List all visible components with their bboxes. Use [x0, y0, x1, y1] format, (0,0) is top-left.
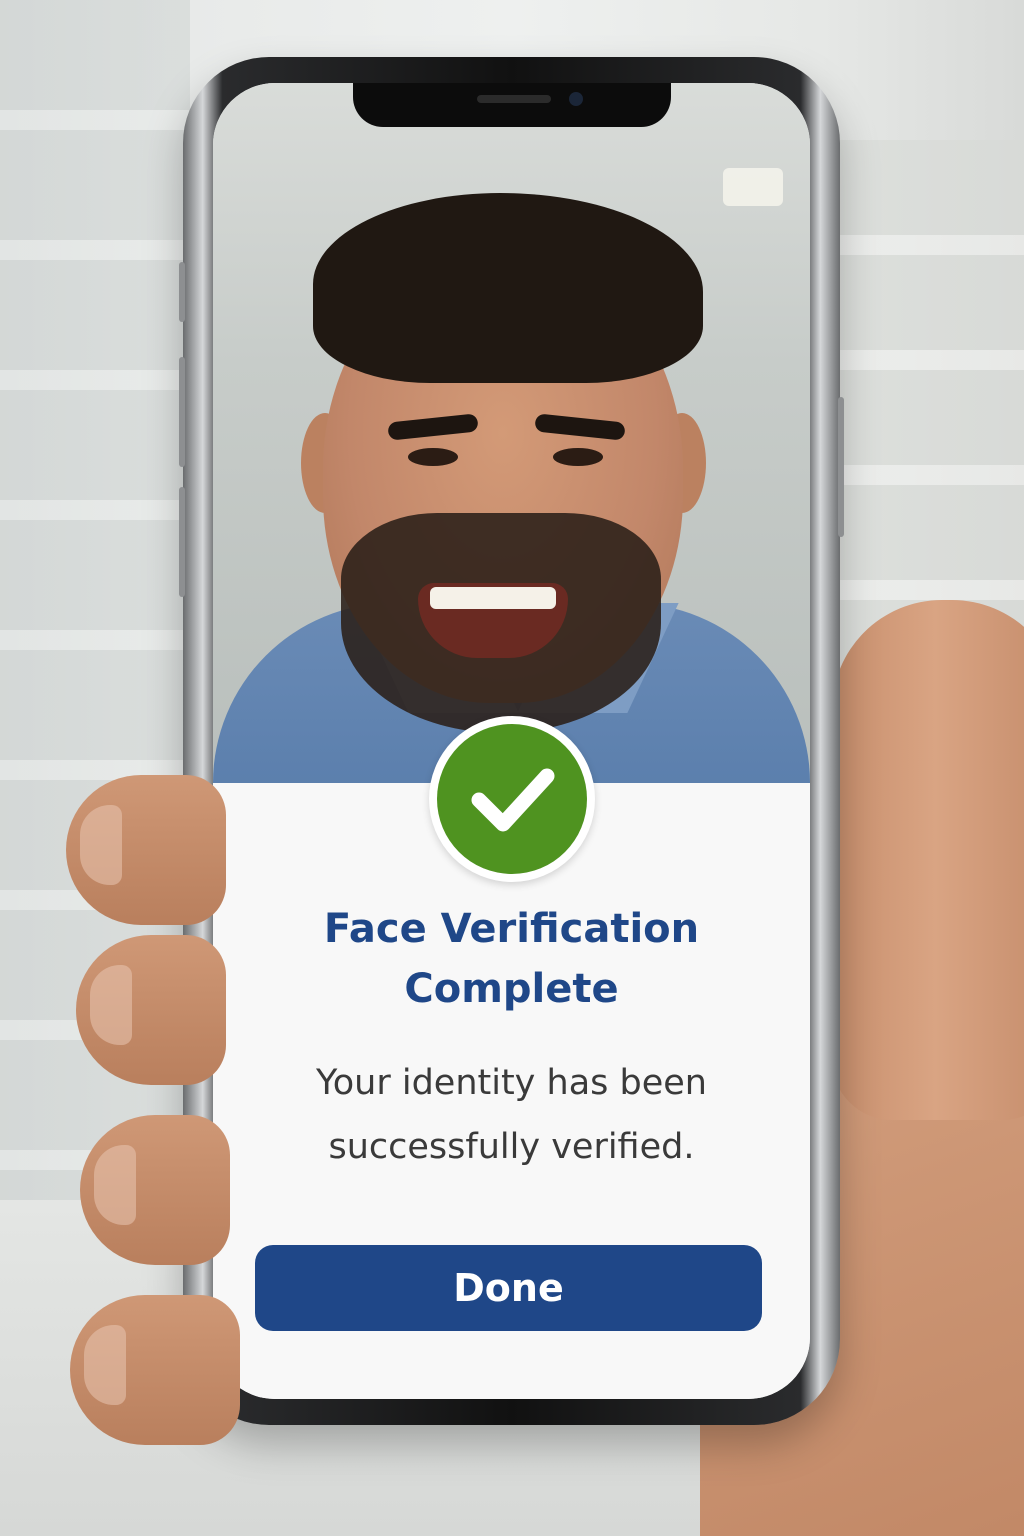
volume-down-button [179, 487, 185, 597]
success-badge [429, 716, 595, 882]
fingernail [94, 1145, 136, 1225]
phone-notch [353, 83, 671, 127]
eye-right [553, 448, 603, 466]
finger-ring [80, 1115, 230, 1265]
selfie-photo [213, 83, 810, 783]
finger-middle [76, 935, 226, 1085]
verification-title: Face Verification Complete [323, 906, 700, 1012]
mute-switch [179, 262, 185, 322]
finger-index [66, 775, 226, 925]
power-button [838, 397, 844, 537]
person-hair [313, 193, 703, 383]
phone-screen: Face Verification Complete Your identity… [213, 83, 810, 1399]
done-button[interactable]: Done [255, 1245, 762, 1331]
fingernail [84, 1325, 126, 1405]
person-teeth [430, 587, 556, 609]
ceiling-light [723, 168, 783, 206]
volume-up-button [179, 357, 185, 467]
fingernail [90, 965, 132, 1045]
earpiece-speaker [477, 95, 551, 103]
verification-message: Your identity has been successfully veri… [316, 1063, 707, 1167]
photo-scene: Face Verification Complete Your identity… [0, 0, 1024, 1536]
checkmark-icon [471, 768, 555, 832]
verification-card: Face Verification Complete Your identity… [213, 807, 810, 1399]
eye-left [408, 448, 458, 466]
success-badge-circle [437, 724, 587, 874]
finger-little [70, 1295, 240, 1445]
hand-thumb [832, 600, 1024, 1120]
front-camera [569, 92, 583, 106]
fingernail [80, 805, 122, 885]
smartphone: Face Verification Complete Your identity… [179, 57, 844, 1425]
